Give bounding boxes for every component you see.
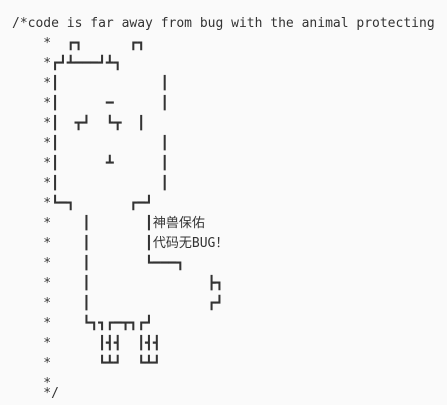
ascii-art-line: * ┃ ┃神兽保佑: [12, 216, 205, 231]
ascii-art-line: *┃ ┃: [12, 136, 169, 151]
ascii-art-line: * ┃ ┣┓: [12, 276, 224, 291]
ascii-art-line: *┃ ━ ┃: [12, 96, 169, 111]
ascii-art-line: *┃ ┃: [12, 76, 169, 91]
ascii-art-line: * ┗┓┓┏━┳┓┏┛: [12, 316, 153, 331]
code-comment-header-line: /*code is far away from bug with the ani…: [12, 16, 435, 31]
ascii-art-line: *┃ ┻ ┃: [12, 156, 169, 171]
ascii-art-line: *┃ ┃: [12, 176, 169, 191]
comment-close-line: */: [12, 386, 59, 401]
ascii-art-line: * ┗┻┛ ┗┻┛: [12, 356, 161, 371]
code-block: /*code is far away from bug with the ani…: [0, 0, 447, 405]
ascii-art-line: * ┃ ┏┛: [12, 296, 224, 311]
ascii-art-line: * ┃┫┫ ┃┫┫: [12, 336, 161, 351]
ascii-art-line: *┃ ┳┛ ┗┳ ┃: [12, 116, 146, 131]
ascii-art-line: *┏┛┻━━━┛┻┓: [12, 56, 122, 71]
ascii-art-line: * ┏┓ ┏┓: [12, 36, 146, 51]
ascii-art-line: *┗━┓ ┏━┛: [12, 196, 153, 211]
ascii-art-line: * ┃ ┗━━━┓: [12, 256, 185, 271]
ascii-art-line: * ┃ ┃代码无BUG！: [12, 236, 229, 251]
